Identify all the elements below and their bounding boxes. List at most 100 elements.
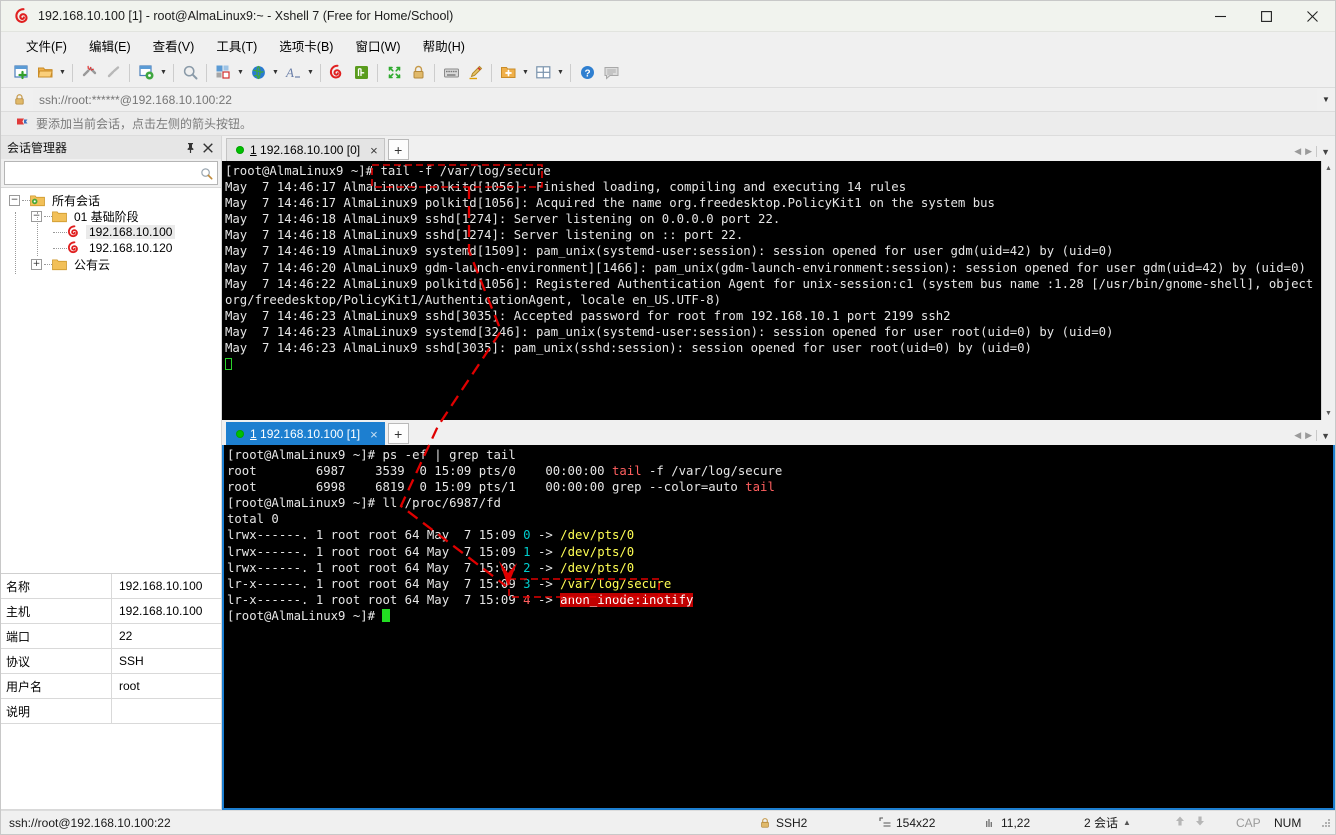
feedback-icon[interactable] [599, 61, 623, 85]
layout-icon[interactable] [211, 61, 235, 85]
disconnect-icon[interactable] [77, 61, 101, 85]
scroll-up-icon[interactable]: ▲ [1322, 161, 1335, 175]
menu-tabs[interactable]: 选项卡(B) [268, 33, 344, 58]
status-protocol-label: SSH2 [776, 815, 808, 830]
tab-scroll-left-icon[interactable]: ◀ [1294, 430, 1301, 441]
menu-edit[interactable]: 编辑(E) [78, 33, 142, 58]
tree-node-all-sessions[interactable]: − 所有会话 [1, 192, 221, 208]
lock-icon[interactable] [406, 61, 430, 85]
terminal-output-bottom[interactable]: [root@AlmaLinux9 ~]# ps -ef | grep tail r… [224, 445, 1333, 808]
terminal-line: [root@AlmaLinux9 ~]# tail -f /var/log/se… [225, 164, 551, 178]
status-sessions[interactable]: 2 会话 ▲ [1084, 814, 1174, 831]
new-session-icon[interactable] [9, 61, 33, 85]
terminal-output-top[interactable]: [root@AlmaLinux9 ~]# tail -f /var/log/se… [222, 161, 1321, 420]
expander-icon[interactable]: + [31, 258, 42, 270]
menu-help[interactable]: 帮助(H) [412, 33, 476, 58]
globe-icon[interactable] [246, 61, 270, 85]
tab-192-168-10-100-1[interactable]: 1 192.168.10.100 [1] × [226, 422, 385, 445]
chevron-up-icon[interactable]: ▲ [1123, 818, 1131, 827]
window-controls [1197, 1, 1335, 32]
tree-node-session-192-168-10-120[interactable]: 192.168.10.120 [1, 240, 221, 256]
terminal-line: lr-x------. 1 root root 64 May 7 15:09 4… [227, 592, 694, 607]
tab-scroll-right-icon[interactable]: ▶ [1305, 430, 1312, 441]
menu-bar: 文件(F) 编辑(E) 查看(V) 工具(T) 选项卡(B) 窗口(W) 帮助(… [1, 32, 1335, 58]
session-search-box[interactable] [4, 161, 218, 185]
terminal-scrollbar-top[interactable]: ▲ ▼ [1321, 161, 1335, 420]
property-key: 主机 [1, 599, 112, 623]
terminal-pane-top: 1 192.168.10.100 [0] × + ◀ ▶ ▼ [root@Alm… [222, 136, 1335, 420]
tab-scroll-left-icon[interactable]: ◀ [1294, 146, 1301, 157]
session-properties-icon[interactable] [134, 61, 158, 85]
find-icon[interactable] [178, 61, 202, 85]
tree-node-public-cloud[interactable]: + 公有云 [1, 256, 221, 272]
open-session-icon[interactable] [33, 61, 57, 85]
open-session-dropdown[interactable]: ▼ [57, 61, 68, 85]
terminal-line: May 7 14:46:17 AlmaLinux9 polkitd[1056]:… [225, 180, 907, 195]
session-properties-table: 名称 192.168.10.100 主机 192.168.10.100 端口 2… [1, 573, 221, 810]
tab-list-dropdown-icon[interactable]: ▼ [1321, 147, 1330, 157]
xftp-icon[interactable] [349, 61, 373, 85]
terminal-panes: 1 192.168.10.100 [0] × + ◀ ▶ ▼ [root@Alm… [222, 136, 1335, 810]
font-icon[interactable]: A [281, 61, 305, 85]
keyboard-icon[interactable] [439, 61, 463, 85]
minimize-button[interactable] [1197, 1, 1243, 32]
terminal-line: [root@AlmaLinux9 ~]# ps -ef | grep tail [227, 448, 516, 462]
arrow-up-icon [1174, 815, 1186, 830]
tab-scroll-right-icon[interactable]: ▶ [1305, 146, 1312, 157]
tree-label: 所有会话 [52, 193, 101, 208]
terminal-line: lr-x------. 1 root root 64 May 7 15:09 3… [227, 576, 672, 591]
svg-text:?: ? [584, 69, 590, 80]
globe-dropdown[interactable]: ▼ [270, 61, 281, 85]
layout-dropdown[interactable]: ▼ [235, 61, 246, 85]
property-value [112, 699, 221, 723]
expander-icon[interactable]: − [9, 194, 20, 206]
tree-node-session-192-168-10-100[interactable]: 192.168.10.100 [1, 224, 221, 240]
status-size-label: 154x22 [896, 815, 936, 830]
split-view-dropdown[interactable]: ▼ [555, 61, 566, 85]
tab-192-168-10-100-0[interactable]: 1 192.168.10.100 [0] × [226, 138, 385, 161]
tree-node-basic-stage[interactable]: − 01 基础阶段 [1, 208, 221, 224]
search-icon[interactable] [195, 167, 217, 180]
property-value: 22 [119, 629, 133, 643]
add-folder-icon[interactable] [496, 61, 520, 85]
address-input[interactable]: ssh://root:******@192.168.10.100:22 [33, 88, 1317, 111]
menu-view[interactable]: 查看(V) [142, 33, 206, 58]
terminal-cursor [382, 608, 391, 622]
property-row-username: 用户名 root [1, 674, 221, 699]
terminal-line: May 7 14:46:22 AlmaLinux9 polkitd[1056]:… [225, 276, 1321, 291]
session-properties-dropdown[interactable]: ▼ [158, 61, 169, 85]
add-folder-dropdown[interactable]: ▼ [520, 61, 531, 85]
tab-list-dropdown-icon[interactable]: ▼ [1321, 431, 1330, 441]
xshell-icon[interactable] [325, 61, 349, 85]
fullscreen-icon[interactable] [382, 61, 406, 85]
tab-close-icon[interactable]: × [370, 427, 378, 442]
maximize-button[interactable] [1243, 1, 1289, 32]
tab-close-icon[interactable]: × [370, 143, 378, 158]
scroll-down-icon[interactable]: ▼ [1322, 406, 1335, 420]
session-manager-panel: 会话管理器 − 所有会话 − 01 基础阶段 192.168.10.100 19… [1, 136, 222, 810]
xshell-window: 192.168.10.100 [1] - root@AlmaLinux9:~ -… [0, 0, 1336, 835]
reconnect-icon[interactable] [101, 61, 125, 85]
search-input[interactable] [5, 163, 195, 183]
highlight-icon[interactable] [463, 61, 487, 85]
session-icon [67, 241, 82, 255]
menu-file[interactable]: 文件(F) [15, 33, 78, 58]
main-body: 会话管理器 − 所有会话 − 01 基础阶段 192.168.10.100 19… [1, 136, 1335, 810]
menu-tools[interactable]: 工具(T) [205, 33, 268, 58]
font-dropdown[interactable]: ▼ [305, 61, 316, 85]
status-sessions-label: 2 会话 [1084, 816, 1119, 830]
toolbar-separator [377, 63, 378, 82]
pin-icon[interactable] [182, 139, 198, 157]
toolbar-separator [129, 63, 130, 82]
chevron-down-icon[interactable]: ▼ [1317, 89, 1335, 111]
help-icon[interactable]: ? [575, 61, 599, 85]
close-button[interactable] [1289, 1, 1335, 32]
new-tab-button[interactable]: + [387, 423, 409, 444]
close-icon[interactable] [200, 139, 216, 157]
menu-window[interactable]: 窗口(W) [344, 33, 411, 58]
split-view-icon[interactable] [531, 61, 555, 85]
resize-grip[interactable] [1320, 817, 1332, 829]
new-tab-button[interactable]: + [387, 139, 409, 160]
toolbar-separator [434, 63, 435, 82]
session-tree[interactable]: − 所有会话 − 01 基础阶段 192.168.10.100 192.168.… [1, 187, 221, 573]
